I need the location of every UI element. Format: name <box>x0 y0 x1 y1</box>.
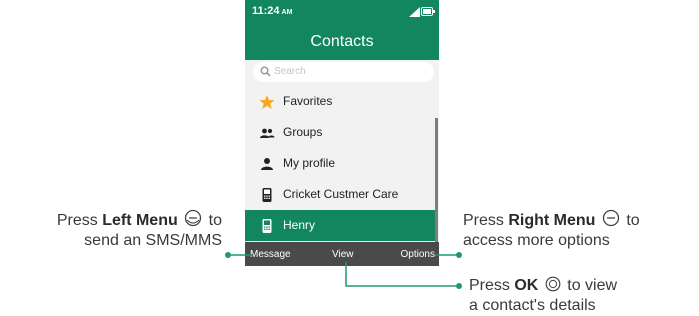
callout-right-line1: Press Right Menu to <box>463 209 699 231</box>
callout-right-line2: access more options <box>463 232 610 249</box>
ok-key-icon <box>545 276 561 292</box>
left-menu-key-icon <box>185 209 202 227</box>
right-menu-key-icon <box>602 209 620 227</box>
callout-left-line1: Press Left Menu to <box>0 209 222 231</box>
callout-right-menu: Press Right Menu to access more options <box>463 209 699 251</box>
callout-ok-line2: a contact's details <box>469 297 596 314</box>
callout-ok-line1: Press OK to view <box>469 276 618 294</box>
callout-left-line2: send an SMS/MMS <box>84 232 222 249</box>
callout-connectors <box>225 252 462 289</box>
callout-left-menu: Press Left Menu to send an SMS/MMS <box>0 209 222 251</box>
callout-ok: Press OK to view a contact's details <box>469 276 699 316</box>
